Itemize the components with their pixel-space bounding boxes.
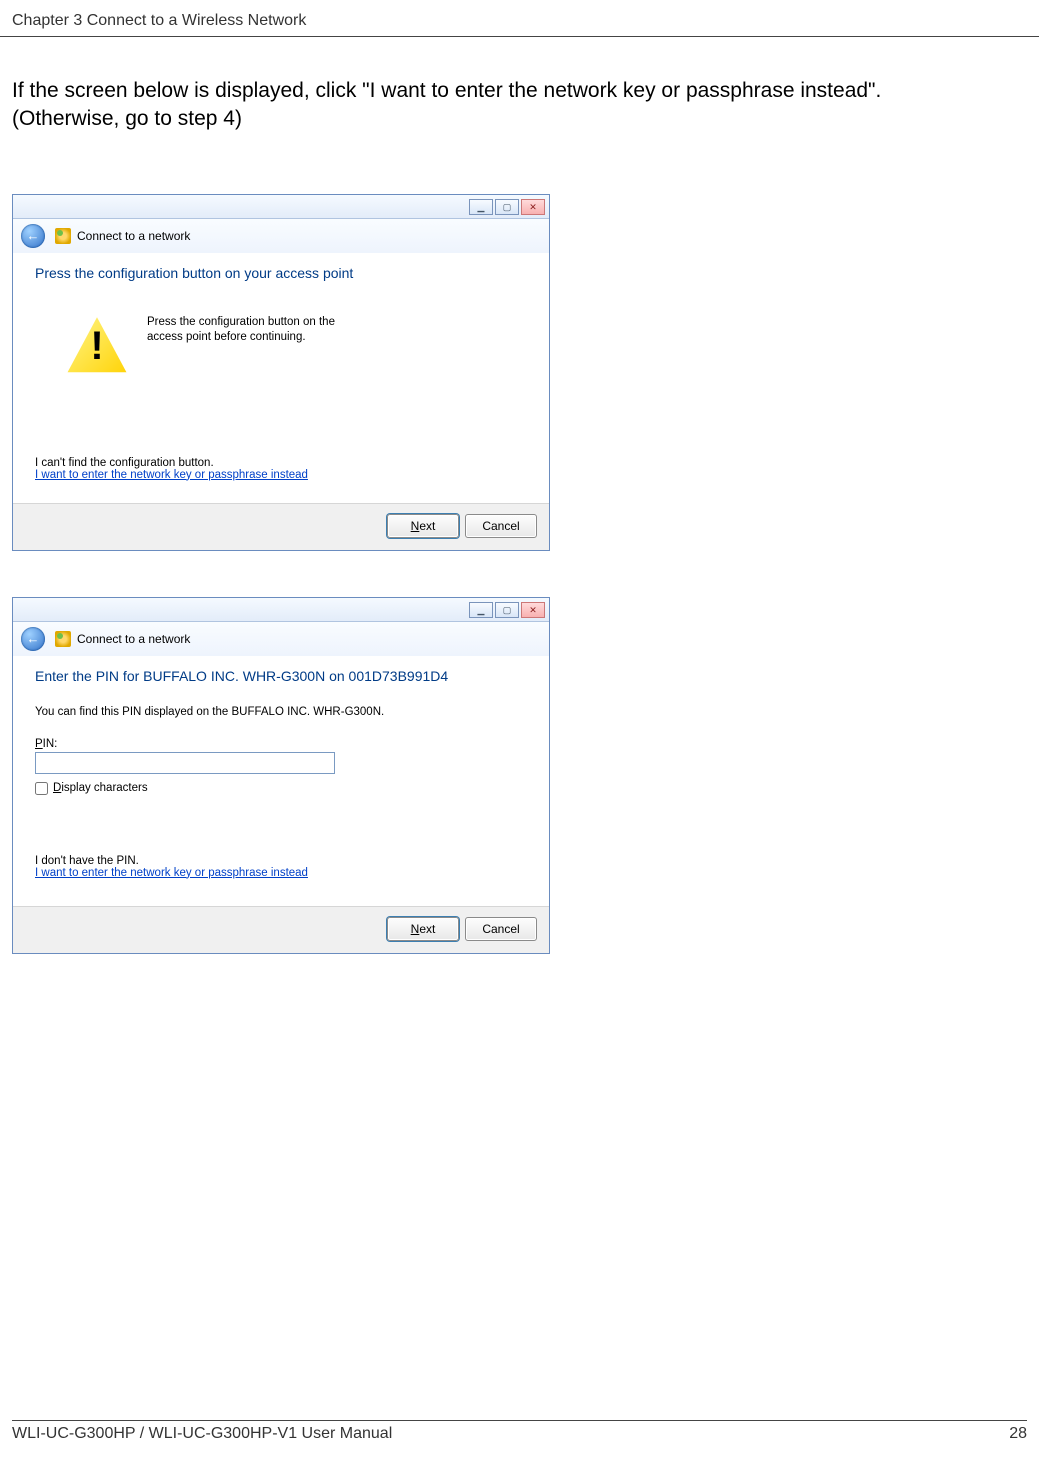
titlebar: ▁ ▢ ✕ [13, 598, 549, 622]
display-characters-label: Display characters [53, 782, 148, 794]
no-pin-text: I don't have the PIN. [35, 855, 527, 867]
pin-input[interactable] [35, 752, 335, 774]
chapter-title: Chapter 3 Connect to a Wireless Network [12, 12, 306, 29]
back-arrow-icon: ← [27, 228, 40, 243]
body-line-1: If the screen below is displayed, click … [12, 77, 1027, 105]
content-area: Press the configuration button on your a… [13, 253, 549, 503]
screenshot-2: ▁ ▢ ✕ ← Connect to a network Enter the P… [12, 597, 1039, 954]
content-area: Enter the PIN for BUFFALO INC. WHR-G300N… [13, 656, 549, 906]
wizard-icon [55, 631, 71, 647]
maximize-button[interactable]: ▢ [495, 199, 519, 215]
display-characters-checkbox[interactable] [35, 782, 48, 795]
display-characters-row: Display characters [35, 782, 527, 795]
back-arrow-icon: ← [27, 631, 40, 646]
minimize-button[interactable]: ▁ [469, 602, 493, 618]
next-button[interactable]: Next [387, 917, 459, 941]
warning-icon: ! [65, 315, 129, 379]
instruction-row: ! Press the configuration button on the … [65, 315, 527, 379]
button-row: Next Cancel [13, 503, 549, 550]
cancel-button[interactable]: Cancel [465, 917, 537, 941]
dialog-heading: Press the configuration button on your a… [35, 265, 527, 281]
maximize-button[interactable]: ▢ [495, 602, 519, 618]
cant-find-text: I can't find the configuration button. [35, 457, 527, 469]
connect-dialog-1: ▁ ▢ ✕ ← Connect to a network Press the c… [12, 194, 550, 551]
instruction-text: Press the configuration button on the ac… [147, 315, 335, 346]
connect-dialog-2: ▁ ▢ ✕ ← Connect to a network Enter the P… [12, 597, 550, 954]
page-header: Chapter 3 Connect to a Wireless Network [0, 0, 1039, 37]
help-block: I don't have the PIN. I want to enter th… [35, 855, 527, 879]
back-button[interactable]: ← [21, 627, 45, 651]
cancel-button[interactable]: Cancel [465, 514, 537, 538]
back-button[interactable]: ← [21, 224, 45, 248]
enter-key-link[interactable]: I want to enter the network key or passp… [35, 469, 308, 481]
instruction-line-b: access point before continuing. [147, 330, 335, 346]
close-button[interactable]: ✕ [521, 602, 545, 618]
window-title: Connect to a network [77, 632, 190, 646]
titlebar: ▁ ▢ ✕ [13, 195, 549, 219]
wizard-icon [55, 228, 71, 244]
minimize-button[interactable]: ▁ [469, 199, 493, 215]
body-line-2: (Otherwise, go to step 4) [12, 105, 1027, 133]
body-text: If the screen below is displayed, click … [0, 37, 1039, 134]
instruction-line-a: Press the configuration button on the [147, 315, 335, 331]
close-button[interactable]: ✕ [521, 199, 545, 215]
screenshot-1: ▁ ▢ ✕ ← Connect to a network Press the c… [12, 194, 1039, 551]
dialog-heading: Enter the PIN for BUFFALO INC. WHR-G300N… [35, 668, 527, 684]
button-row: Next Cancel [13, 906, 549, 953]
page-number: 28 [1009, 1425, 1027, 1443]
help-block: I can't find the configuration button. I… [35, 457, 527, 481]
nav-row: ← Connect to a network [13, 219, 549, 253]
pin-label: PIN: [35, 738, 527, 750]
page-footer: WLI-UC-G300HP / WLI-UC-G300HP-V1 User Ma… [12, 1420, 1027, 1443]
pin-info-text: You can find this PIN displayed on the B… [35, 706, 527, 718]
enter-key-link[interactable]: I want to enter the network key or passp… [35, 867, 308, 879]
manual-title: WLI-UC-G300HP / WLI-UC-G300HP-V1 User Ma… [12, 1425, 392, 1443]
nav-row: ← Connect to a network [13, 622, 549, 656]
next-button[interactable]: Next [387, 514, 459, 538]
window-title: Connect to a network [77, 229, 190, 243]
